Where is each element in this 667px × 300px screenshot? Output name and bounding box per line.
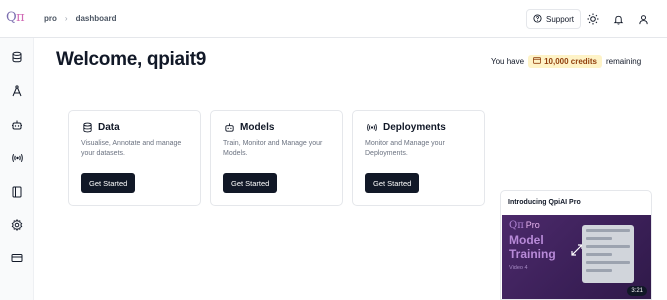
credits-suffix: remaining bbox=[606, 57, 642, 66]
settings-icon bbox=[11, 219, 23, 231]
sidebar-item-deployments[interactable] bbox=[10, 151, 24, 165]
card-header: Deployments bbox=[366, 122, 446, 133]
database-icon bbox=[83, 122, 92, 133]
sidebar bbox=[0, 38, 34, 300]
breadcrumb: pro › dashboard bbox=[44, 14, 116, 23]
app-logo[interactable]: Qπ bbox=[6, 10, 25, 25]
card-title: Data bbox=[98, 122, 120, 133]
models-card: Models Train, Monitor and Manage your Mo… bbox=[210, 110, 343, 206]
logo-pi: π bbox=[16, 10, 25, 25]
top-header: Qπ pro › dashboard Support bbox=[0, 0, 667, 38]
support-label: Support bbox=[546, 14, 575, 24]
promo-brand-logo: Qπ bbox=[509, 220, 524, 231]
video-thumbnail[interactable]: Qπ Pro Model Training Video 4 3:21 bbox=[502, 215, 651, 299]
notebook-icon bbox=[12, 186, 22, 198]
card-title: Deployments bbox=[383, 122, 446, 133]
card-title: Models bbox=[240, 122, 275, 133]
credits-amount: 10,000 credits bbox=[544, 57, 598, 66]
wallet-icon bbox=[533, 57, 542, 66]
theme-toggle-sun-icon[interactable] bbox=[586, 12, 600, 26]
data-get-started-button[interactable]: Get Started bbox=[81, 173, 136, 193]
card-description: Monitor and Manage your Deployments. bbox=[365, 140, 445, 157]
annotate-icon bbox=[12, 85, 22, 97]
sidebar-item-settings[interactable] bbox=[10, 218, 24, 232]
logo-q: Q bbox=[6, 10, 17, 25]
sidebar-item-billing[interactable] bbox=[10, 251, 24, 265]
promo-brand-pro: Pro bbox=[525, 220, 540, 230]
promo-video-card[interactable]: Introducing QpiAI Pro Qπ Pro Model Traini… bbox=[500, 190, 652, 300]
promo-title: Introducing QpiAI Pro bbox=[508, 199, 581, 206]
support-button[interactable]: Support bbox=[526, 9, 582, 29]
user-profile-icon[interactable] bbox=[636, 12, 650, 26]
promo-headline: Model Training bbox=[509, 233, 556, 261]
help-circle-icon bbox=[533, 13, 542, 25]
breadcrumb-separator-icon: › bbox=[64, 14, 68, 23]
promo-brand: Qπ Pro bbox=[509, 220, 540, 231]
sidebar-item-data[interactable] bbox=[10, 50, 24, 64]
notification-bell-icon[interactable] bbox=[611, 12, 625, 26]
card-header: Models bbox=[224, 122, 274, 133]
sidebar-item-annotate[interactable] bbox=[10, 84, 24, 98]
page-title: Welcome, qpiait9 bbox=[56, 49, 207, 70]
card-description: Train, Monitor and Manage your Models. bbox=[223, 140, 323, 157]
robot-icon bbox=[225, 123, 234, 132]
credits-prefix: You have bbox=[491, 57, 525, 66]
promo-video-label: Video 4 bbox=[509, 265, 528, 271]
sidebar-item-models[interactable] bbox=[10, 118, 24, 132]
app-screenshot-preview bbox=[582, 225, 634, 283]
credits-badge: 10,000 credits bbox=[528, 55, 603, 68]
broadcast-icon bbox=[367, 123, 377, 132]
sidebar-item-notebooks[interactable] bbox=[10, 185, 24, 199]
card-header: Data bbox=[82, 122, 120, 133]
breadcrumb-pro[interactable]: pro bbox=[44, 14, 57, 23]
credit-card-icon bbox=[11, 254, 23, 262]
models-get-started-button[interactable]: Get Started bbox=[223, 173, 278, 193]
deployments-card: Deployments Monitor and Manage your Depl… bbox=[352, 110, 485, 206]
broadcast-icon bbox=[11, 153, 23, 163]
robot-icon bbox=[12, 120, 22, 130]
video-duration: 3:21 bbox=[627, 286, 647, 296]
card-description: Visualise, Annotate and manage your data… bbox=[81, 140, 182, 157]
database-icon bbox=[12, 51, 22, 63]
data-card: Data Visualise, Annotate and manage your… bbox=[68, 110, 201, 206]
breadcrumb-dashboard[interactable]: dashboard bbox=[76, 14, 117, 23]
deployments-get-started-button[interactable]: Get Started bbox=[365, 173, 420, 193]
credits-summary: You have 10,000 credits remaining bbox=[491, 55, 641, 68]
